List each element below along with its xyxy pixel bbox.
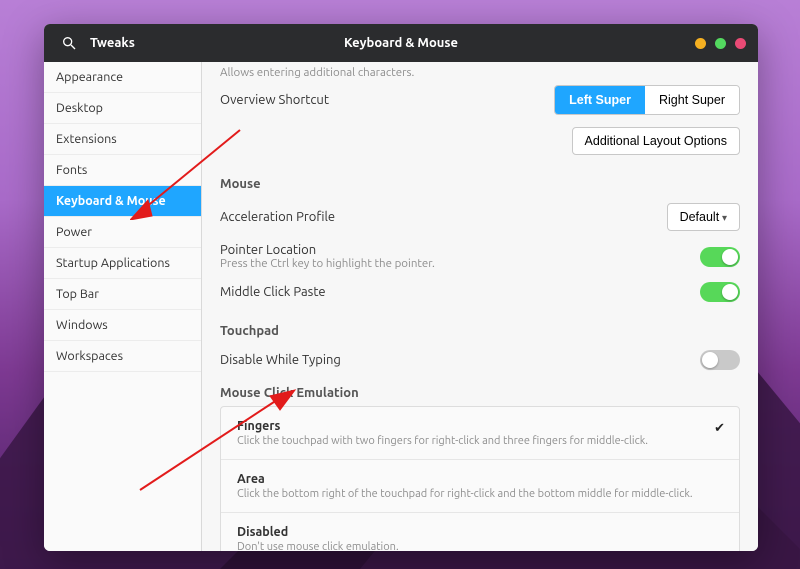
overview-shortcut-toggle: Left Super Right Super — [554, 85, 740, 115]
disable-while-typing-row: Disable While Typing — [220, 344, 740, 376]
sidebar-item-extensions[interactable]: Extensions — [44, 124, 201, 155]
disable-while-typing-switch[interactable] — [700, 350, 740, 370]
close-button[interactable] — [735, 38, 746, 49]
tweaks-window: Tweaks Keyboard & Mouse AppearanceDeskto… — [44, 24, 758, 551]
emulation-option-title: Area — [237, 472, 723, 486]
mouse-click-emulation-header: Mouse Click Emulation — [220, 386, 740, 400]
sidebar-item-keyboard-mouse[interactable]: Keyboard & Mouse — [44, 186, 201, 217]
middle-click-paste-label: Middle Click Paste — [220, 285, 700, 299]
middle-click-paste-row: Middle Click Paste — [220, 276, 740, 308]
sidebar-item-top-bar[interactable]: Top Bar — [44, 279, 201, 310]
emulation-option-description: Don't use mouse click emulation. — [237, 541, 723, 551]
maximize-button[interactable] — [715, 38, 726, 49]
window-controls — [695, 38, 746, 49]
touchpad-section-header: Touchpad — [220, 324, 740, 338]
acceleration-profile-label: Acceleration Profile — [220, 210, 667, 224]
emulation-option-disabled[interactable]: Disabled Don't use mouse click emulation. — [221, 513, 739, 551]
sidebar-item-windows[interactable]: Windows — [44, 310, 201, 341]
emulation-option-title: Fingers — [237, 419, 723, 433]
emulation-option-description: Click the bottom right of the touchpad f… — [237, 488, 723, 500]
left-super-button[interactable]: Left Super — [555, 86, 645, 114]
overview-shortcut-label: Overview Shortcut — [220, 93, 554, 107]
acceleration-profile-row: Acceleration Profile Default — [220, 197, 740, 237]
overview-shortcut-row: Overview Shortcut Left Super Right Super — [220, 79, 740, 121]
header-title: Keyboard & Mouse — [44, 36, 758, 50]
right-super-button[interactable]: Right Super — [645, 86, 739, 114]
additional-layout-options-button[interactable]: Additional Layout Options — [572, 127, 740, 155]
additional-layout-row: Additional Layout Options — [220, 121, 740, 161]
pointer-location-row: Pointer Location Press the Ctrl key to h… — [220, 237, 740, 276]
search-icon — [61, 35, 77, 51]
pointer-location-label: Pointer Location — [220, 243, 700, 257]
sidebar-item-desktop[interactable]: Desktop — [44, 93, 201, 124]
sidebar-item-power[interactable]: Power — [44, 217, 201, 248]
emulation-option-area[interactable]: Area Click the bottom right of the touchp… — [221, 460, 739, 513]
mouse-click-emulation-list: Fingers Click the touchpad with two finge… — [220, 406, 740, 551]
minimize-button[interactable] — [695, 38, 706, 49]
pointer-location-switch[interactable] — [700, 247, 740, 267]
acceleration-profile-dropdown[interactable]: Default — [667, 203, 740, 231]
content-pane: Allows entering additional characters. O… — [202, 62, 758, 551]
check-icon: ✔ — [714, 421, 725, 436]
app-title: Tweaks — [90, 36, 135, 50]
sidebar-item-workspaces[interactable]: Workspaces — [44, 341, 201, 372]
mouse-section-header: Mouse — [220, 177, 740, 191]
titlebar: Tweaks Keyboard & Mouse — [44, 24, 758, 62]
sidebar-item-startup-applications[interactable]: Startup Applications — [44, 248, 201, 279]
pointer-location-description: Press the Ctrl key to highlight the poin… — [220, 257, 700, 270]
sidebar: AppearanceDesktopExtensionsFontsKeyboard… — [44, 62, 202, 551]
sidebar-item-fonts[interactable]: Fonts — [44, 155, 201, 186]
middle-click-paste-switch[interactable] — [700, 282, 740, 302]
emulation-option-fingers[interactable]: Fingers Click the touchpad with two finge… — [221, 407, 739, 460]
search-button[interactable] — [56, 35, 82, 51]
truncated-description: Allows entering additional characters. — [220, 62, 740, 79]
emulation-option-title: Disabled — [237, 525, 723, 539]
disable-while-typing-label: Disable While Typing — [220, 353, 700, 367]
emulation-option-description: Click the touchpad with two fingers for … — [237, 435, 723, 447]
sidebar-item-appearance[interactable]: Appearance — [44, 62, 201, 93]
